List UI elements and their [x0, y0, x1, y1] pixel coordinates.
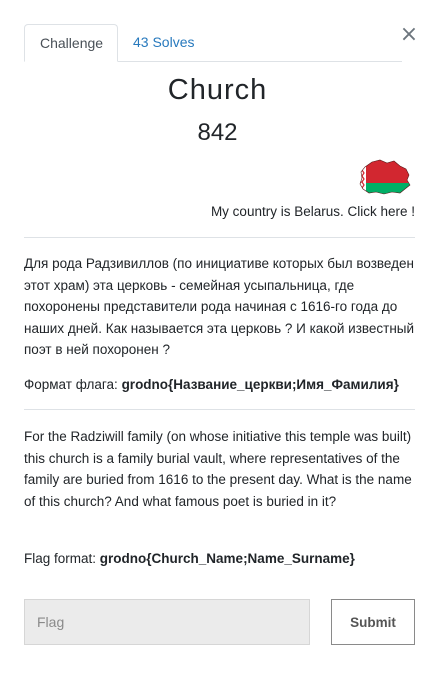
- flag-input[interactable]: [24, 599, 310, 645]
- description-ru: Для рода Радзивиллов (по инициативе кото…: [24, 253, 416, 361]
- flag-format-en: Flag format: grodno{Church_Name;Name_Sur…: [24, 548, 416, 570]
- challenge-title: Church: [167, 74, 268, 106]
- flag-format-ru-label: Формат флага:: [24, 377, 118, 392]
- flag-format-en-value: grodno{Church_Name;Name_Surname}: [99, 551, 355, 566]
- description-en-text: For the Radziwill family (on whose initi…: [24, 429, 412, 509]
- flag-format-ru: Формат флага: grodno{Название_церкви;Имя…: [24, 374, 416, 396]
- description-ru-text: Для рода Радзивиллов (по инициативе кото…: [24, 256, 415, 357]
- submit-button[interactable]: Submit: [331, 599, 415, 645]
- challenge-modal: × Challenge 43 Solves Church 842 My coun…: [0, 0, 435, 684]
- flag-format-ru-value: grodno{Название_церкви;Имя_Фамилия}: [121, 377, 399, 392]
- tab-challenge[interactable]: Challenge: [24, 24, 118, 62]
- challenge-points: 842: [197, 119, 238, 146]
- country-link[interactable]: My country is Belarus. Click here !: [211, 204, 415, 219]
- belarus-map-flag-icon[interactable]: [356, 158, 412, 196]
- divider: [24, 409, 415, 410]
- divider: [24, 237, 415, 238]
- challenge-tabs: Challenge 43 Solves: [24, 24, 402, 62]
- flag-format-en-label: Flag format:: [24, 551, 97, 566]
- tab-solves[interactable]: 43 Solves: [118, 24, 209, 61]
- description-en: For the Radziwill family (on whose initi…: [24, 426, 416, 512]
